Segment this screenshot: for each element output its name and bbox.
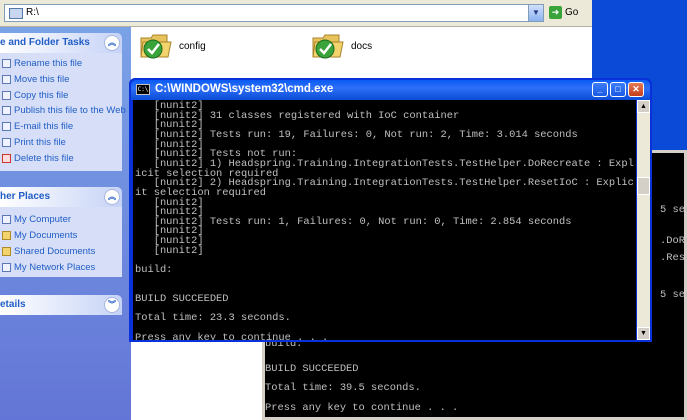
folder-label: docs [351,41,373,52]
window-title: C:\WINDOWS\system32\cmd.exe [155,83,334,95]
delete-icon [2,153,11,163]
place-my-documents[interactable]: My Documents [2,229,77,243]
console-line: BUILD SUCCEEDED [265,363,359,375]
scroll-down-icon[interactable]: ▼ [637,327,650,340]
drive-icon [9,8,23,19]
folder-checkmark-icon [140,34,172,59]
other-places-header[interactable]: her Places ︽ [0,187,122,207]
network-icon [2,262,11,272]
expand-icon[interactable]: ︾ [104,297,120,313]
email-icon [2,121,11,131]
file-tasks-body: Rename this file Move this file Copy thi… [0,53,126,171]
documents-folder-icon [2,230,11,240]
go-arrow-icon: ➜ [549,5,562,19]
details-header[interactable]: etails ︾ [0,295,122,315]
task-delete[interactable]: Delete this file [2,152,74,166]
place-my-computer[interactable]: My Computer [2,213,71,227]
computer-icon [2,214,11,224]
task-copy[interactable]: Copy this file [2,89,68,103]
console-line: Total time: 23.3 seconds. [135,312,291,325]
copy-icon [2,90,11,100]
address-path: R:\ [26,7,39,18]
go-label: Go [565,7,579,18]
vertical-scrollbar[interactable]: ▲ ▼ [637,100,650,340]
maximize-button[interactable]: □ [610,82,626,97]
publish-icon [2,105,11,115]
console-line: [nunit2] [135,244,204,257]
collapse-icon[interactable]: ︽ [104,189,120,205]
console-fragment: .DoRe [660,235,687,247]
collapse-icon[interactable]: ︽ [104,35,120,51]
chevron-down-icon[interactable]: ▼ [528,4,544,22]
move-icon [2,74,11,84]
console-line: build: [135,264,173,277]
close-button[interactable]: ✕ [628,82,644,97]
go-button[interactable]: ➜ Go [549,5,589,21]
console-line: BUILD SUCCEEDED [135,293,229,305]
cmd-titlebar[interactable]: C:\ C:\WINDOWS\system32\cmd.exe _ □ ✕ [131,80,650,100]
task-email[interactable]: E-mail this file [2,120,73,134]
task-print[interactable]: Print this file [2,136,66,150]
task-publish[interactable]: Publish this file to the Web [2,104,126,118]
address-bar: R:\ ▼ ➜ Go [0,0,592,27]
file-tasks-header[interactable]: e and Folder Tasks ︽ [0,33,122,53]
place-my-network[interactable]: My Network Places [2,261,95,275]
task-move[interactable]: Move this file [2,73,69,87]
scrollbar-thumb[interactable] [637,177,650,195]
minimize-button[interactable]: _ [592,82,608,97]
place-shared-documents[interactable]: Shared Documents [2,245,95,259]
scroll-up-icon[interactable]: ▲ [637,100,650,113]
console-output[interactable]: [nunit2] [nunit2] 31 classes registered … [133,100,636,340]
cmd-window[interactable]: C:\ C:\WINDOWS\system32\cmd.exe _ □ ✕ [n… [129,78,652,342]
folder-checkmark-icon [312,34,344,59]
shared-folder-icon [2,246,11,256]
console-line: Press any key to continue . . . [265,402,459,414]
other-places-body: My Computer My Documents Shared Document… [0,207,122,277]
console-line: Total time: 39.5 seconds. [265,382,421,394]
console-app-icon[interactable]: C:\ [136,84,150,95]
console-fragment: 5 seco [660,289,687,301]
rename-icon [2,58,11,68]
folder-label: config [179,41,206,52]
task-pane: e and Folder Tasks ︽ Rename this file Mo… [0,27,131,420]
address-input[interactable]: R:\ ▼ [4,4,544,22]
other-places-title: her Places [0,191,51,202]
task-rename[interactable]: Rename this file [2,57,82,71]
details-title: etails [0,299,26,310]
file-tasks-title: e and Folder Tasks [0,37,90,48]
console-fragment: .Rese [660,252,687,264]
console-fragment: 5 seco [660,204,687,216]
console-line: Press any key to continue . . . [135,331,329,340]
print-icon [2,137,11,147]
